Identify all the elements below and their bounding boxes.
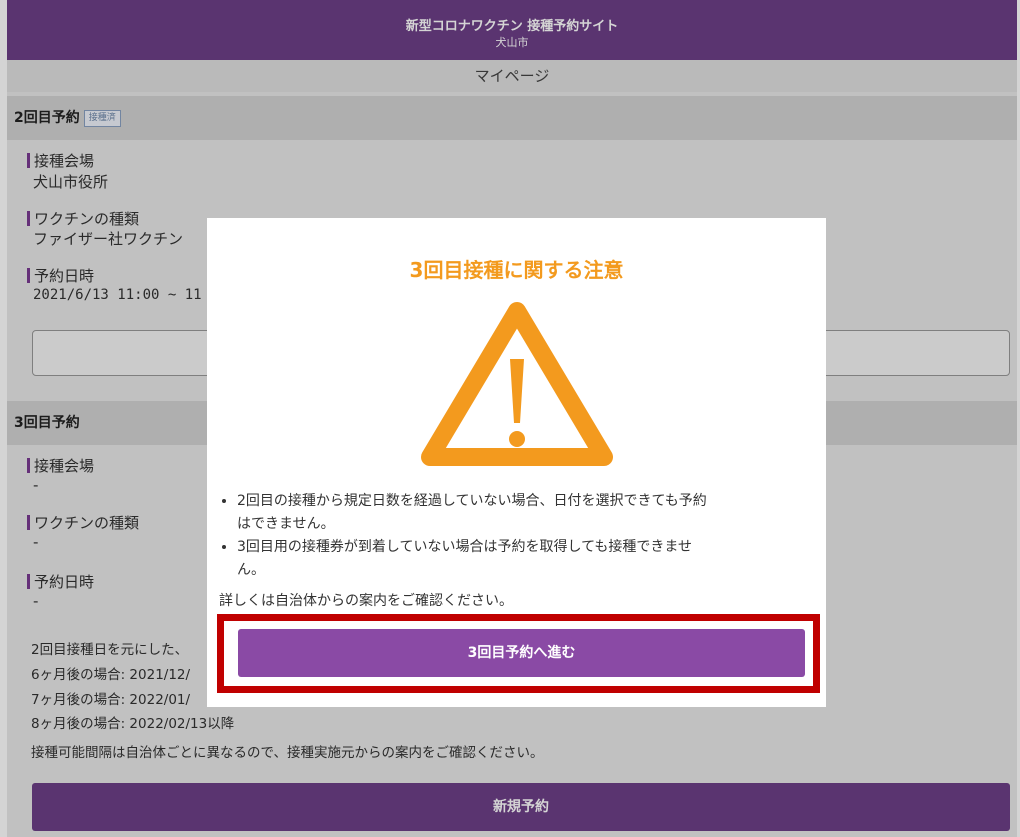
notice-detail: 詳しくは自治体からの案内をご確認ください。 [219, 593, 513, 609]
proceed-third-reservation-button[interactable]: 3回目予約へ進む [238, 629, 805, 677]
notice-item: 3回目用の接種券が到着していない場合は予約を取得しても接種できません。 [237, 536, 827, 582]
modal-title: 3回目接種に関する注意 [409, 258, 624, 282]
warning-triangle-icon [421, 302, 613, 466]
notice-item: 2回目の接種から規定日数を経過していない場合、日付を選択できても予約はできません… [237, 490, 827, 536]
notice-list: 2回目の接種から規定日数を経過していない場合、日付を選択できても予約はできません… [219, 490, 827, 582]
